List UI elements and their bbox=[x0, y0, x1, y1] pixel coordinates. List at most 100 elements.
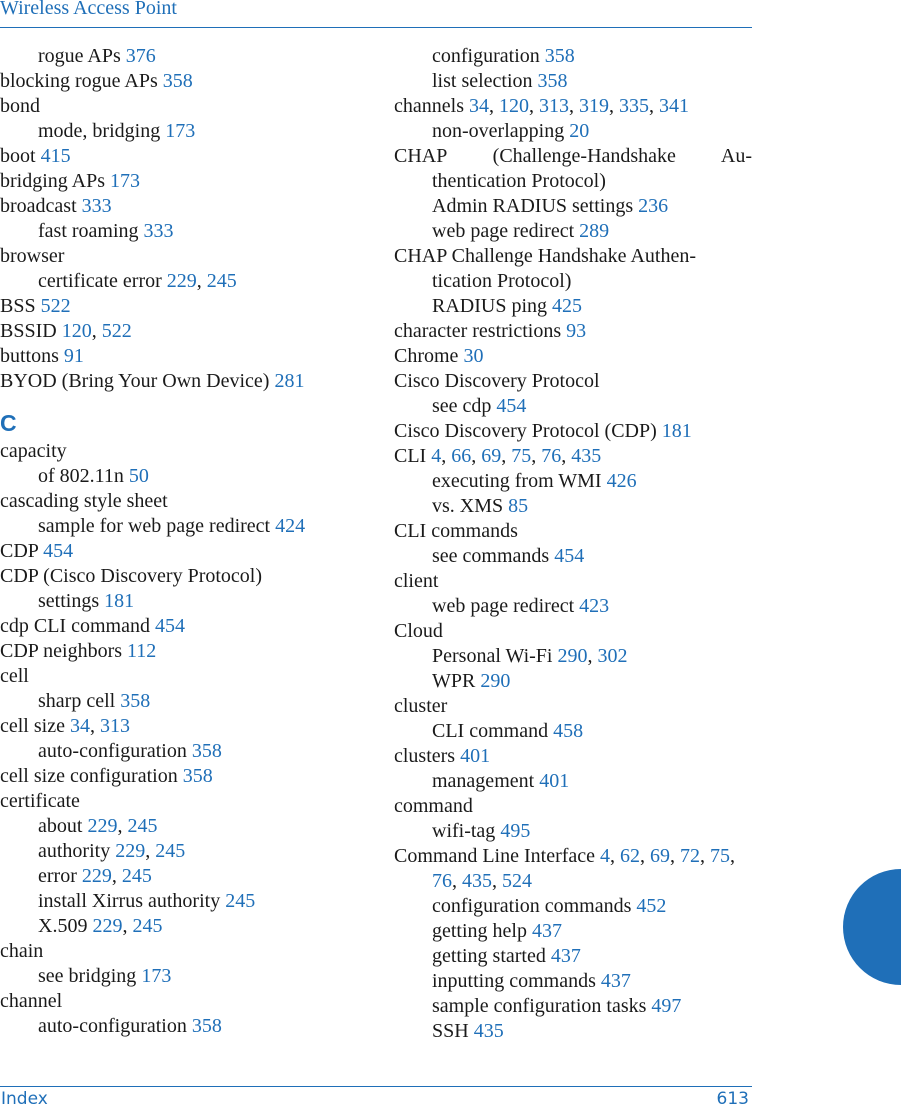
page-reference-link[interactable]: 245 bbox=[127, 815, 157, 837]
page-reference-link[interactable]: 358 bbox=[545, 45, 575, 67]
page-reference-link[interactable]: 173 bbox=[110, 170, 140, 192]
page-reference-link[interactable]: 435 bbox=[571, 445, 601, 467]
page-reference-link[interactable]: 358 bbox=[538, 70, 568, 92]
page-reference-link[interactable]: 76 bbox=[432, 870, 452, 892]
page-reference-link[interactable]: 34 bbox=[70, 715, 90, 737]
index-subentry: about 229, 245 bbox=[38, 815, 158, 837]
page-reference-link[interactable]: 454 bbox=[155, 615, 185, 637]
page-reference-link[interactable]: 426 bbox=[607, 470, 637, 492]
page-reference-link[interactable]: 229 bbox=[115, 840, 145, 862]
page-reference-link[interactable]: 229 bbox=[92, 915, 122, 937]
page-reference-link[interactable]: 358 bbox=[120, 690, 150, 712]
page-reference-link[interactable]: 34 bbox=[469, 95, 489, 117]
page-reference-link[interactable]: 522 bbox=[41, 295, 71, 317]
page-reference-link[interactable]: 4 bbox=[431, 445, 441, 467]
page-reference-link[interactable]: 458 bbox=[553, 720, 583, 742]
page-reference-link[interactable]: 401 bbox=[539, 770, 569, 792]
index-term: error bbox=[38, 865, 77, 887]
index-term: CLI command bbox=[432, 720, 549, 742]
page-reference-link[interactable]: 290 bbox=[558, 645, 588, 667]
page-reference-link[interactable]: 229 bbox=[87, 815, 117, 837]
page-reference-link[interactable]: 85 bbox=[508, 495, 528, 517]
page-reference-link[interactable]: 50 bbox=[129, 465, 149, 487]
index-subentry: vs. XMS 85 bbox=[394, 494, 752, 519]
page-reference-link[interactable]: 281 bbox=[274, 370, 304, 392]
page-reference-link[interactable]: 437 bbox=[532, 920, 562, 942]
page-reference-link[interactable]: 425 bbox=[552, 295, 582, 317]
page-reference-link[interactable]: 454 bbox=[43, 540, 73, 562]
page-reference-link[interactable]: 313 bbox=[100, 715, 130, 737]
page-reference-link[interactable]: 313 bbox=[539, 95, 569, 117]
page-reference-link[interactable]: 120 bbox=[499, 95, 529, 117]
page-reference-link[interactable]: 181 bbox=[104, 590, 134, 612]
page-reference-link[interactable]: 75 bbox=[710, 845, 730, 867]
page-reference-link[interactable]: 75 bbox=[511, 445, 531, 467]
page-reference-link[interactable]: 452 bbox=[636, 895, 666, 917]
page-reference-link[interactable]: 358 bbox=[183, 765, 213, 787]
page-reference-link[interactable]: 173 bbox=[165, 120, 195, 142]
index-subentry: sharp cell 358 bbox=[0, 689, 370, 714]
index-term: fast roaming bbox=[38, 220, 139, 242]
page-reference-link[interactable]: 245 bbox=[225, 890, 255, 912]
page-reference-link[interactable]: 72 bbox=[680, 845, 700, 867]
page-reference-link[interactable]: 30 bbox=[463, 345, 483, 367]
page-reference-link[interactable]: 93 bbox=[566, 320, 586, 342]
page-reference-link[interactable]: 229 bbox=[167, 270, 197, 292]
page-reference-link[interactable]: 454 bbox=[554, 545, 584, 567]
page-reference-link[interactable]: 62 bbox=[620, 845, 640, 867]
page-reference-link[interactable]: 4 bbox=[600, 845, 610, 867]
page-reference-link[interactable]: 69 bbox=[481, 445, 501, 467]
index-entry: cluster bbox=[394, 694, 752, 719]
index-term: list selection bbox=[432, 70, 533, 92]
page-reference-link[interactable]: 20 bbox=[569, 120, 589, 142]
page-reference-link[interactable]: 437 bbox=[551, 945, 581, 967]
page-reference-link[interactable]: 333 bbox=[144, 220, 174, 242]
page-reference-link[interactable]: 435 bbox=[462, 870, 492, 892]
page-reference-link[interactable]: 497 bbox=[651, 995, 681, 1017]
page-reference-link[interactable]: 289 bbox=[579, 220, 609, 242]
page-reference-link[interactable]: 424 bbox=[275, 515, 305, 537]
page-reference-link[interactable]: 333 bbox=[82, 195, 112, 217]
page-reference-link[interactable]: 173 bbox=[141, 965, 171, 987]
page-reference-link[interactable]: 69 bbox=[650, 845, 670, 867]
index-entry: blocking rogue APs 358 bbox=[0, 69, 370, 94]
page-reference-link[interactable]: 120 bbox=[62, 320, 92, 342]
page-reference-link[interactable]: 454 bbox=[496, 395, 526, 417]
page-reference-link[interactable]: 91 bbox=[64, 345, 84, 367]
page-reference-link[interactable]: 524 bbox=[502, 870, 532, 892]
page-reference-link[interactable]: 358 bbox=[192, 1015, 222, 1037]
page-reference-link[interactable]: 245 bbox=[155, 840, 185, 862]
page-reference-link[interactable]: 358 bbox=[163, 70, 193, 92]
page-reference-link[interactable]: 358 bbox=[192, 740, 222, 762]
page-reference-link[interactable]: 415 bbox=[41, 145, 71, 167]
page-reference-link[interactable]: 319 bbox=[579, 95, 609, 117]
page-reference-link[interactable]: 245 bbox=[122, 865, 152, 887]
page-reference-link[interactable]: 435 bbox=[474, 1020, 504, 1042]
index-term: CDP bbox=[0, 540, 39, 562]
index-term: CHAP Challenge Handshake Authen-tication… bbox=[394, 245, 696, 292]
page-reference-link[interactable]: 245 bbox=[132, 915, 162, 937]
index-entry: client bbox=[394, 569, 752, 594]
page-reference-link[interactable]: 245 bbox=[207, 270, 237, 292]
page-reference-link[interactable]: 341 bbox=[659, 95, 689, 117]
index-entry: CHAP Challenge Handshake Authen-tication… bbox=[394, 244, 752, 294]
section-thumb-tab bbox=[843, 869, 901, 985]
index-term: of 802.11n bbox=[38, 465, 124, 487]
page-reference-link[interactable]: 290 bbox=[480, 670, 510, 692]
page-reference-link[interactable]: 302 bbox=[598, 645, 628, 667]
page-reference-link[interactable]: 181 bbox=[662, 420, 692, 442]
page-reference-link[interactable]: 423 bbox=[579, 595, 609, 617]
page-reference-link[interactable]: 495 bbox=[500, 820, 530, 842]
index-subentry: Admin RADIUS settings 236 bbox=[394, 194, 752, 219]
index-entry: channel bbox=[0, 989, 370, 1014]
page-reference-link[interactable]: 112 bbox=[127, 640, 156, 662]
page-reference-link[interactable]: 376 bbox=[126, 45, 156, 67]
page-reference-link[interactable]: 76 bbox=[541, 445, 561, 467]
page-reference-link[interactable]: 236 bbox=[638, 195, 668, 217]
page-reference-link[interactable]: 229 bbox=[82, 865, 112, 887]
page-reference-link[interactable]: 401 bbox=[460, 745, 490, 767]
page-reference-link[interactable]: 335 bbox=[619, 95, 649, 117]
page-reference-link[interactable]: 66 bbox=[451, 445, 471, 467]
page-reference-link[interactable]: 437 bbox=[601, 970, 631, 992]
page-reference-link[interactable]: 522 bbox=[102, 320, 132, 342]
